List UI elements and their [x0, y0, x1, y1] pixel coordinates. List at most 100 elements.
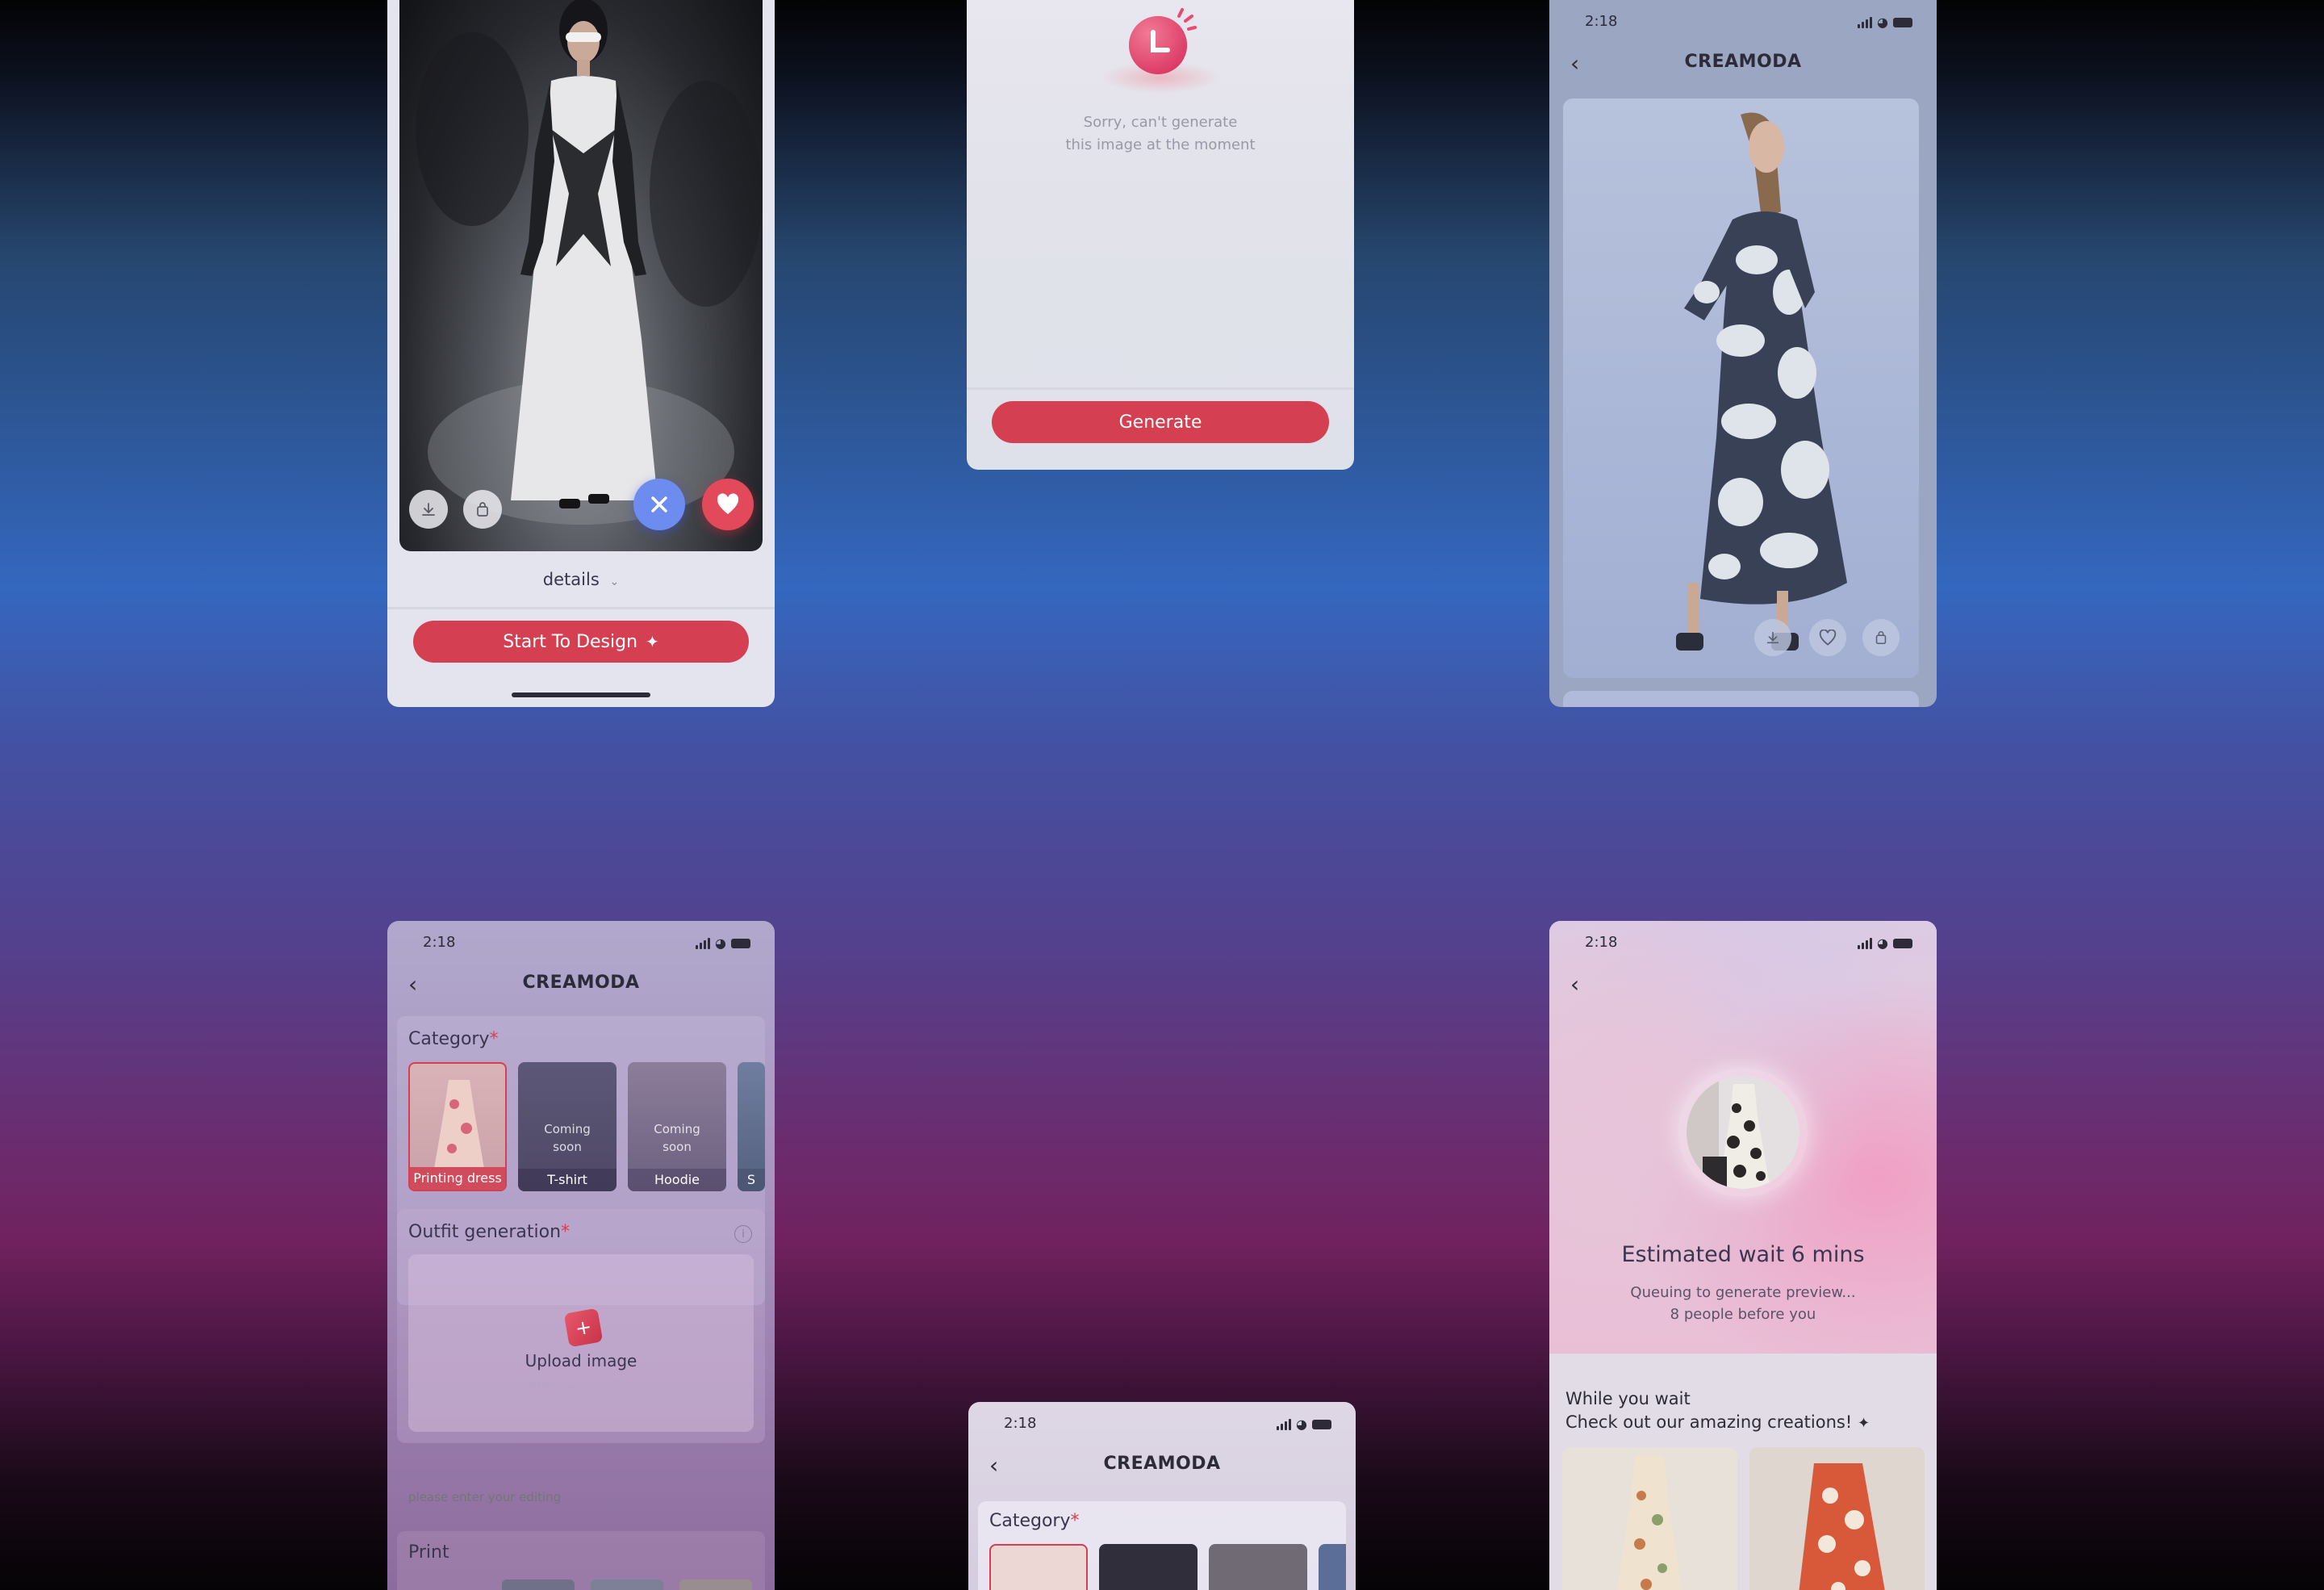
category-tile-label: Printing dress — [410, 1167, 505, 1190]
wifi-icon: ◕ — [1296, 1416, 1307, 1432]
print-thumbnail[interactable] — [502, 1580, 575, 1590]
nav-bar: ‹ — [1549, 968, 1937, 1000]
back-icon[interactable]: ‹ — [1570, 971, 1579, 998]
signal-icon — [1858, 937, 1873, 949]
error-line-2: this image at the moment — [1065, 136, 1256, 153]
signal-icon — [1858, 16, 1873, 28]
generate-label: Generate — [1118, 412, 1202, 433]
battery-icon — [1893, 17, 1912, 27]
category-tile-printing-dress[interactable] — [989, 1544, 1088, 1590]
coming-soon-badge: Coming soon — [654, 1122, 700, 1154]
start-to-design-button[interactable]: Start To Design ✦ — [413, 621, 749, 663]
nav-bar: ‹ CREAMODA — [387, 968, 775, 1000]
divider — [967, 387, 1354, 390]
nav-bar: ‹ CREAMODA — [1549, 47, 1937, 79]
phone-screen-runway-detail: details ⌄ Start To Design ✦ — [387, 0, 775, 707]
category-tile-tshirt[interactable]: Coming soon T-shirt — [518, 1062, 617, 1191]
model-figure — [1676, 112, 1847, 651]
divider — [387, 607, 775, 609]
editing-input[interactable] — [408, 1483, 754, 1511]
home-indicator — [512, 692, 650, 697]
required-mark: * — [1070, 1511, 1080, 1531]
info-icon[interactable]: i — [734, 1225, 752, 1243]
category-tile-label: T-shirt — [518, 1169, 617, 1191]
outfit-section: Outfit generation* i + Upload image 10.0… — [397, 1209, 765, 1443]
upload-hint: 10.0MB maximum file size — [506, 1379, 656, 1392]
creation-card[interactable] — [1749, 1447, 1925, 1590]
status-bar: 2:18 ◕ — [1585, 13, 1912, 30]
download-button[interactable] — [1754, 619, 1791, 656]
download-icon — [422, 503, 435, 516]
wifi-icon: ◕ — [1877, 935, 1888, 951]
sparkle-icon: ✦ — [646, 632, 659, 651]
error-message: Sorry, can't generate this image at the … — [967, 111, 1354, 157]
download-icon — [1766, 631, 1779, 644]
required-mark: * — [561, 1222, 571, 1242]
queue-line-1: Queuing to generate preview... — [1630, 1284, 1856, 1301]
model-figure — [416, 0, 763, 525]
queue-status: Queuing to generate preview... 8 people … — [1549, 1282, 1937, 1325]
generate-button[interactable]: Generate — [992, 401, 1329, 443]
heart-icon — [717, 493, 739, 514]
page-title: CREAMODA — [1684, 52, 1802, 72]
nav-bar: ‹ CREAMODA — [968, 1449, 1356, 1481]
category-tile-more[interactable] — [1319, 1544, 1346, 1590]
while-line-2: Check out our amazing creations! — [1565, 1412, 1853, 1432]
preview-avatar — [1678, 1068, 1808, 1197]
close-icon — [651, 496, 667, 513]
category-tile-printing-dress[interactable]: Printing dress — [408, 1062, 507, 1191]
category-tile-tshirt[interactable] — [1099, 1544, 1198, 1590]
favorite-button[interactable] — [1809, 619, 1846, 656]
start-to-design-label: Start To Design — [503, 631, 638, 652]
category-tile-label: S — [738, 1169, 765, 1191]
category-tile-hoodie[interactable] — [1209, 1544, 1307, 1590]
print-section: Print — [397, 1531, 765, 1590]
generated-image — [1563, 98, 1919, 678]
status-bar: 2:18 ◕ — [423, 934, 750, 951]
dislike-button[interactable] — [633, 479, 685, 530]
wifi-icon: ◕ — [715, 935, 726, 951]
like-button[interactable] — [702, 479, 754, 530]
wifi-icon: ◕ — [1877, 15, 1888, 30]
chevron-down-icon: ⌄ — [609, 575, 620, 588]
status-time: 2:18 — [1004, 1415, 1037, 1432]
download-button[interactable] — [409, 490, 448, 529]
next-image-peek — [1563, 691, 1919, 707]
plus-icon: + — [563, 1308, 604, 1348]
add-to-bag-button[interactable] — [463, 490, 502, 529]
print-label: Print — [408, 1542, 449, 1563]
upload-area[interactable]: + Upload image 10.0MB maximum file size — [408, 1254, 754, 1432]
category-heading: Category* — [989, 1511, 1080, 1531]
runway-photo — [399, 0, 763, 551]
page-title: CREAMODA — [1103, 1454, 1221, 1474]
upload-label: Upload image — [525, 1351, 637, 1370]
battery-icon — [1312, 1419, 1331, 1429]
battery-icon — [1893, 938, 1912, 948]
category-tile-label: Hoodie — [628, 1169, 726, 1191]
creation-image — [1616, 1455, 1682, 1590]
error-line-1: Sorry, can't generate — [1083, 114, 1238, 131]
phone-screen-create-form: 2:18 ◕ ‹ CREAMODA Category* Printing dre… — [387, 921, 775, 1590]
dress-thumbnail — [1687, 1076, 1770, 1189]
category-tile-hoodie[interactable]: Coming soon Hoodie — [628, 1062, 726, 1191]
bag-icon — [477, 502, 488, 517]
outfit-label: Outfit generation — [408, 1222, 562, 1242]
add-to-bag-button[interactable] — [1862, 619, 1900, 656]
creation-image — [1799, 1463, 1885, 1590]
while-line-1: While you wait — [1565, 1389, 1691, 1408]
required-mark: * — [489, 1029, 499, 1049]
details-toggle[interactable]: details ⌄ — [387, 570, 775, 589]
outfit-heading: Outfit generation* — [408, 1222, 570, 1242]
clock-illustration — [1092, 3, 1229, 100]
print-thumbnail[interactable] — [679, 1580, 752, 1590]
while-you-wait-text: While you wait Check out our amazing cre… — [1565, 1387, 1870, 1435]
category-label: Category — [408, 1029, 490, 1049]
status-bar: 2:18 ◕ — [1585, 934, 1912, 951]
creation-card[interactable] — [1562, 1447, 1737, 1590]
wait-title: Estimated wait 6 mins — [1621, 1242, 1865, 1267]
category-tile-more[interactable]: S — [738, 1062, 765, 1191]
print-thumbnail[interactable] — [591, 1580, 663, 1590]
phone-screen-create-form-2: 2:18 ◕ ‹ CREAMODA Category* — [968, 1402, 1356, 1590]
heart-icon — [1819, 630, 1837, 646]
signal-icon — [696, 937, 711, 949]
